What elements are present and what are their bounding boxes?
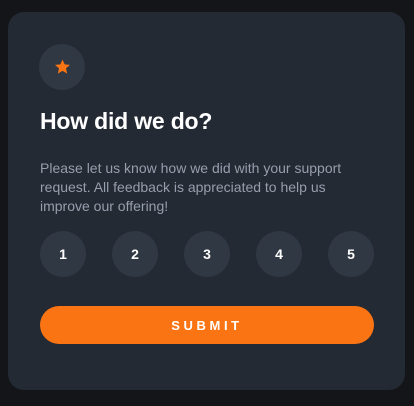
rating-option-5[interactable]: 5 [328, 231, 374, 277]
rating-card: How did we do? Please let us know how we… [8, 12, 405, 390]
card-description: Please let us know how we did with your … [40, 160, 342, 214]
rating-option-2[interactable]: 2 [112, 231, 158, 277]
rating-option-1[interactable]: 1 [40, 231, 86, 277]
card-title: How did we do? [40, 108, 213, 134]
submit-button[interactable]: SUBMIT [40, 306, 374, 344]
rating-option-3[interactable]: 3 [184, 231, 230, 277]
rating-option-4[interactable]: 4 [256, 231, 302, 277]
star-icon [54, 59, 71, 75]
rating-options: 1 2 3 4 5 [40, 231, 374, 277]
star-badge [39, 44, 85, 90]
